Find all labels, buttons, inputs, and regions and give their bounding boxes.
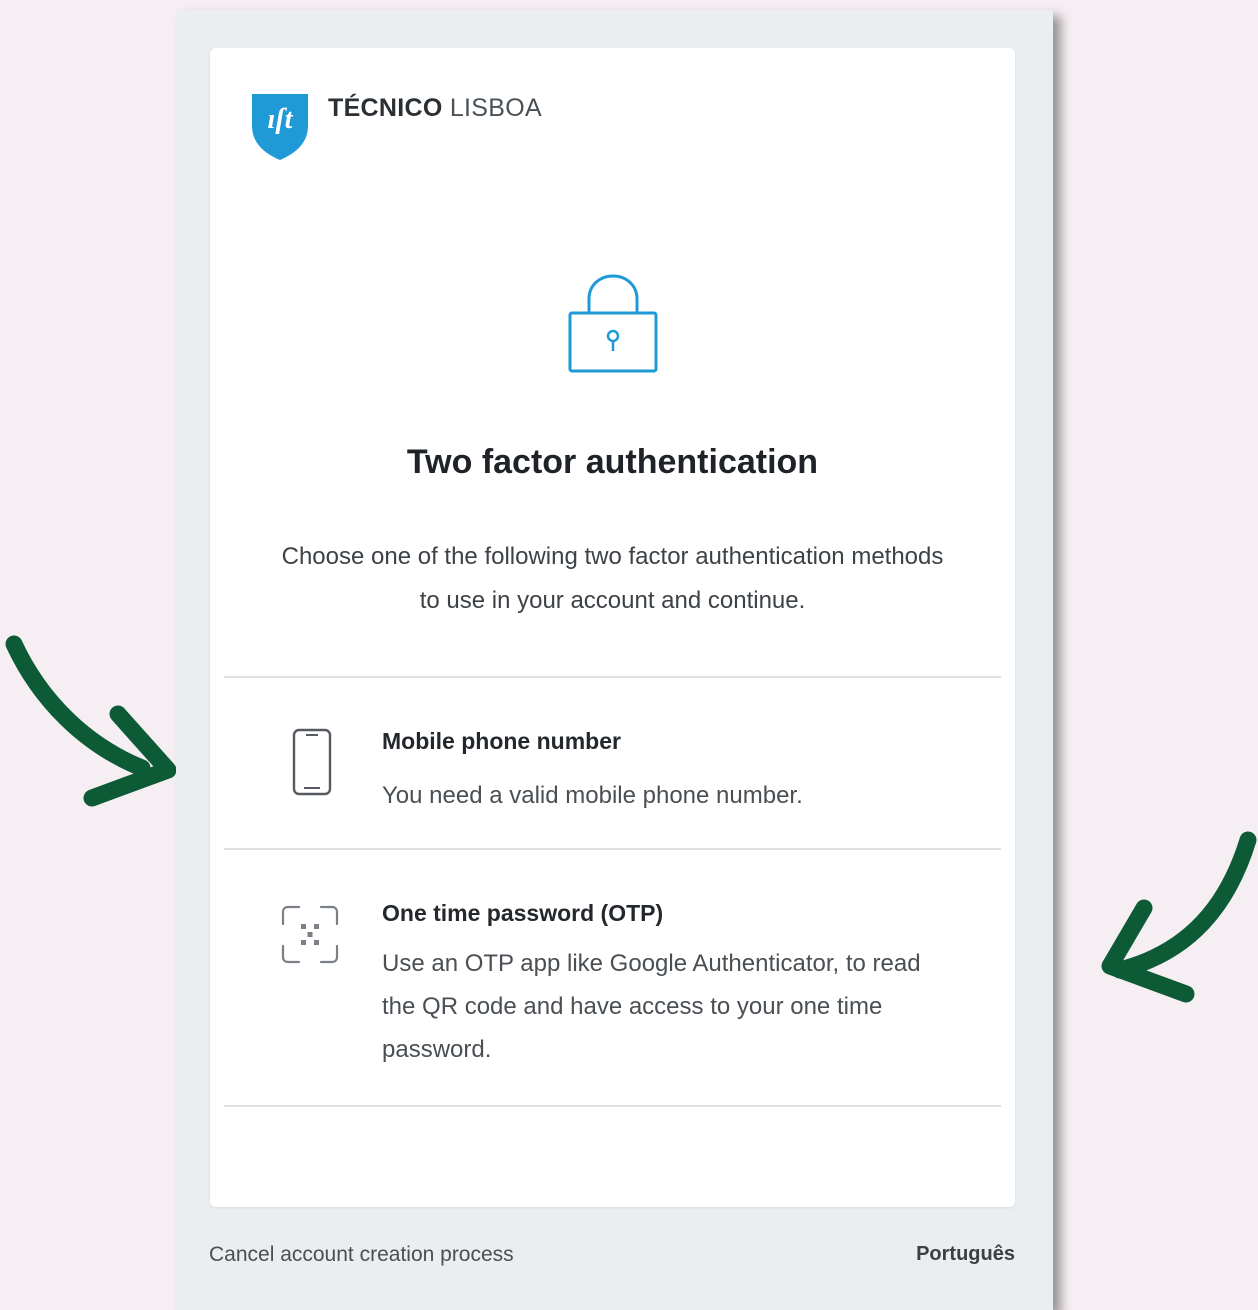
lock-icon: [568, 274, 658, 373]
svg-text:ıſt: ıſt: [268, 104, 294, 135]
right-arrow-annotation: [1101, 831, 1257, 1003]
qr-code-scan-icon: [281, 905, 339, 964]
login-panel: ıſt TÉCNICO LISBOA Two factor authentica…: [176, 10, 1053, 1310]
option-title: Mobile phone number: [382, 728, 621, 754]
ist-logo-icon: ıſt: [252, 94, 308, 160]
option-description: You need a valid mobile phone number.: [382, 782, 803, 809]
option-description: Use an OTP app like Google Authenticator…: [382, 950, 921, 1063]
option-mobile-phone[interactable]: Mobile phone number You need a valid mob…: [210, 678, 1015, 848]
brand-name-light: LISBOA: [442, 93, 542, 122]
brand-name: TÉCNICO LISBOA: [328, 94, 542, 123]
left-arrow-annotation: [5, 635, 177, 807]
brand-name-bold: TÉCNICO: [328, 93, 443, 122]
language-switch-link[interactable]: Português: [916, 1243, 1015, 1266]
option-otp[interactable]: One time password (OTP) Use an OTP app l…: [210, 850, 1015, 1105]
option-title: One time password (OTP): [382, 900, 664, 926]
mobile-phone-icon: [292, 728, 332, 796]
brand-header: ıſt TÉCNICO LISBOA: [250, 90, 542, 160]
cancel-account-creation-link[interactable]: Cancel account creation process: [209, 1243, 514, 1267]
divider: [224, 1105, 1001, 1107]
page-subtitle: Choose one of the following two factor a…: [281, 543, 944, 614]
page-title: Two factor authentication: [406, 443, 819, 481]
two-factor-card: ıſt TÉCNICO LISBOA Two factor authentica…: [210, 48, 1015, 1207]
